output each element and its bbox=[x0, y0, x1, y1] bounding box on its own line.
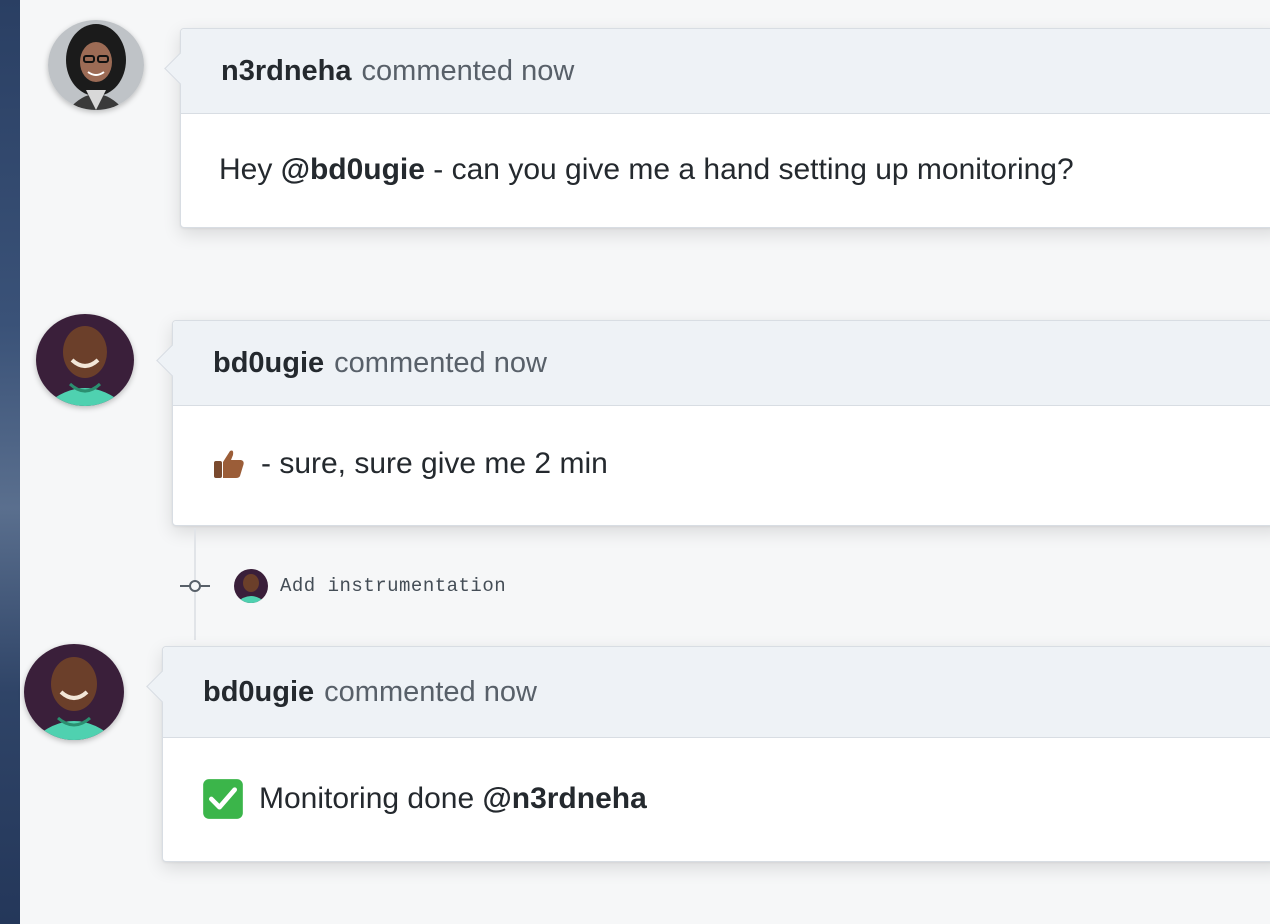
comment-text: Hey bbox=[219, 153, 281, 186]
comment-body: Monitoring done @n3rdneha bbox=[163, 738, 1270, 860]
comment-header: n3rdneha commented now bbox=[181, 29, 1270, 114]
comment-body: - sure, sure give me 2 min bbox=[173, 406, 1270, 522]
comment-author[interactable]: bd0ugie bbox=[213, 347, 324, 380]
comment-text: Monitoring done bbox=[259, 782, 483, 815]
comment-meta: commented now bbox=[334, 346, 547, 379]
commit-event: Add instrumentation bbox=[180, 566, 506, 606]
check-mark-icon bbox=[203, 779, 243, 819]
comment-body: Hey @bd0ugie - can you give me a hand se… bbox=[181, 114, 1270, 226]
comment-meta: commented now bbox=[361, 54, 575, 87]
user-mention[interactable]: @bd0ugie bbox=[281, 153, 425, 187]
avatar-bd0ugie[interactable] bbox=[24, 644, 124, 740]
comment-box: bd0ugie commented now - sure, sure give … bbox=[156, 320, 1270, 526]
avatar-bd0ugie[interactable] bbox=[36, 314, 134, 406]
comment-author[interactable]: n3rdneha bbox=[221, 55, 352, 88]
comment-box: bd0ugie commented now Monitoring done @n… bbox=[146, 646, 1270, 862]
thumbs-up-icon bbox=[214, 450, 244, 478]
avatar-image bbox=[36, 314, 134, 406]
avatar-image bbox=[234, 569, 268, 603]
comment-author[interactable]: bd0ugie bbox=[203, 676, 314, 709]
comment-header: bd0ugie commented now bbox=[163, 647, 1270, 738]
commit-message[interactable]: Add instrumentation bbox=[280, 575, 506, 597]
avatar-image bbox=[24, 644, 124, 740]
comment-header: bd0ugie commented now bbox=[173, 321, 1270, 406]
user-mention[interactable]: @n3rdneha bbox=[482, 782, 646, 816]
avatar-image bbox=[48, 20, 144, 110]
comment-box: n3rdneha commented now Hey @bd0ugie - ca… bbox=[164, 28, 1270, 228]
commit-author-avatar[interactable] bbox=[234, 569, 268, 603]
comment-text: - can you give me a hand setting up moni… bbox=[424, 153, 1074, 186]
comment-text: - sure, sure give me 2 min bbox=[261, 447, 608, 480]
git-commit-icon bbox=[180, 576, 210, 596]
avatar-n3rdneha[interactable] bbox=[48, 20, 144, 110]
comment-meta: commented now bbox=[324, 675, 537, 708]
